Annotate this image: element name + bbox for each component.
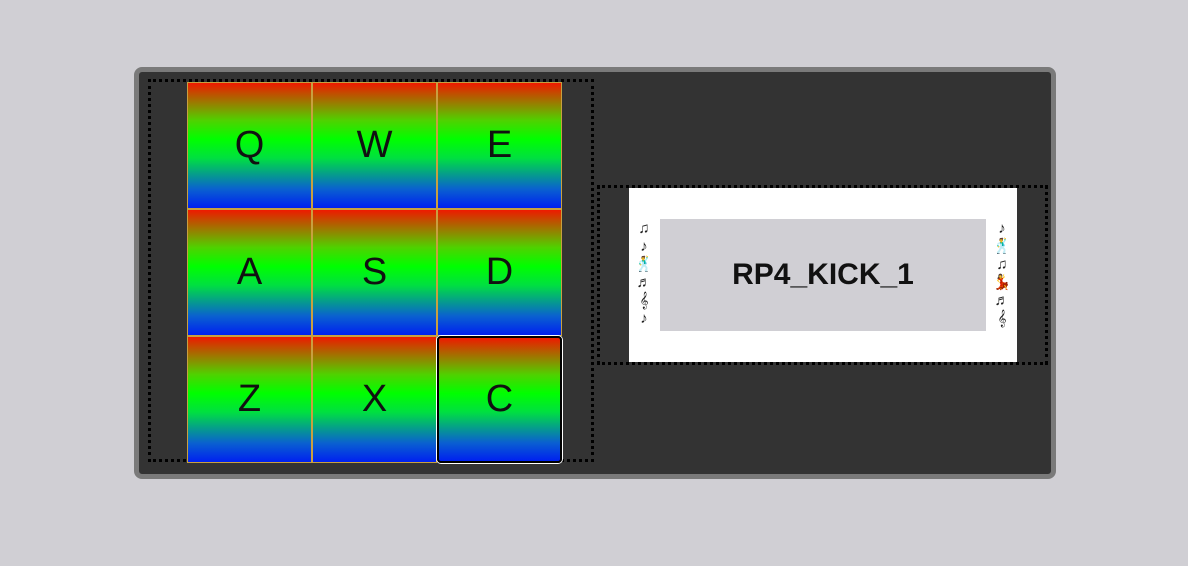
- drum-pad-q[interactable]: Q: [187, 82, 312, 209]
- display-card: ♫ ♪ 🕺 ♬ 𝄞 ♪ RP4_KICK_1 ♪ 🕺 ♫ 💃 ♬ 𝄞: [629, 188, 1017, 362]
- drum-pad-s[interactable]: S: [312, 209, 437, 336]
- pad-bank: Q W E A S D Z X C: [148, 79, 594, 463]
- drum-pad-x[interactable]: X: [312, 336, 437, 463]
- drum-pad-z[interactable]: Z: [187, 336, 312, 463]
- pad-grid: Q W E A S D Z X C: [187, 82, 562, 463]
- music-notes-dancers-icon: ♪ 🕺 ♫ 💃 ♬ 𝄞: [992, 220, 1012, 327]
- display-panel: ♫ ♪ 🕺 ♬ 𝄞 ♪ RP4_KICK_1 ♪ 🕺 ♫ 💃 ♬ 𝄞: [597, 185, 1048, 365]
- sound-name-display: RP4_KICK_1: [660, 219, 986, 331]
- drum-pad-c[interactable]: C: [437, 336, 562, 463]
- music-notes-dancers-icon: ♫ ♪ 🕺 ♬ 𝄞 ♪: [634, 220, 654, 327]
- drum-pad-w[interactable]: W: [312, 82, 437, 209]
- drum-pad-d[interactable]: D: [437, 209, 562, 336]
- drum-machine: Q W E A S D Z X C ♫ ♪ 🕺 ♬ 𝄞 ♪ RP4_KICK_1 ♪ 🕺 ♫ 💃…: [134, 67, 1056, 479]
- drum-pad-a[interactable]: A: [187, 209, 312, 336]
- drum-pad-e[interactable]: E: [437, 82, 562, 209]
